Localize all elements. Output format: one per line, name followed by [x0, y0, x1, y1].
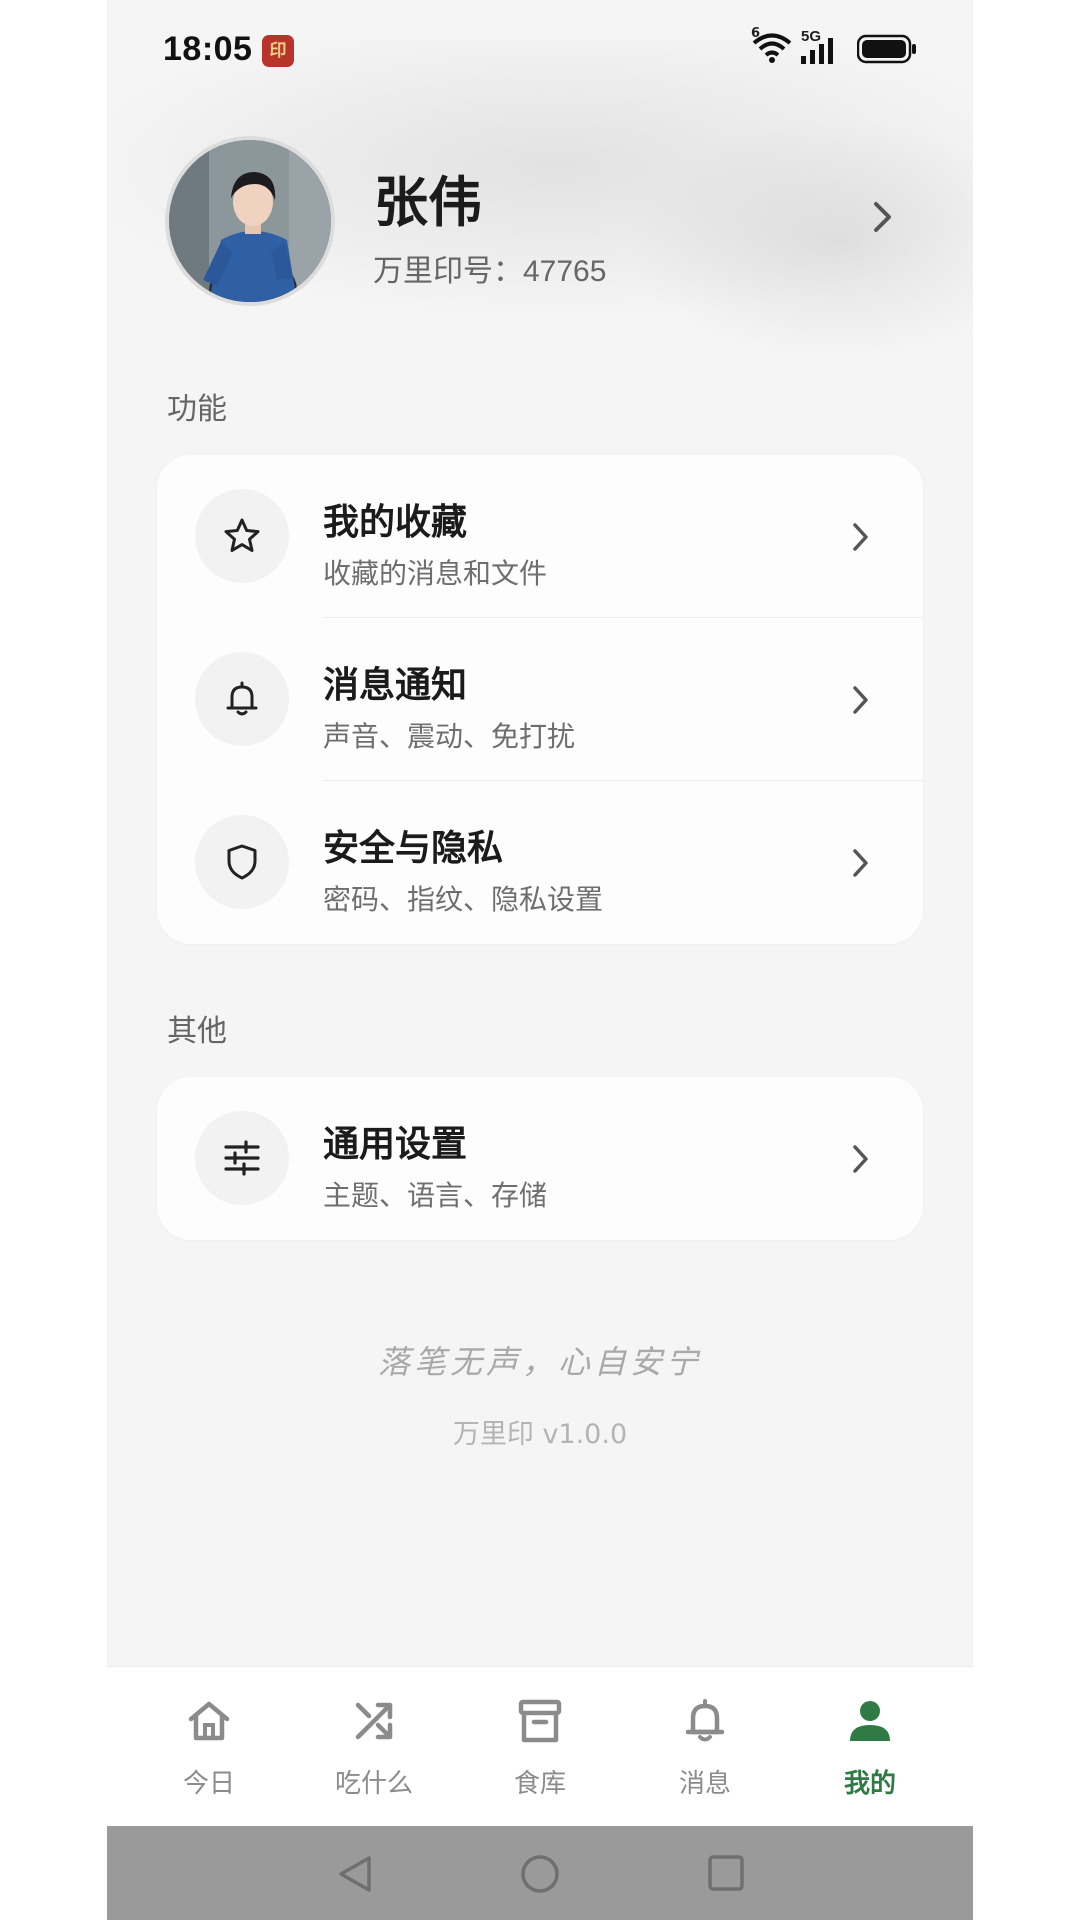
signal-icon: [801, 38, 833, 64]
home-circle-icon[interactable]: [520, 1854, 560, 1894]
menu-item-general-settings[interactable]: 通用设置 主题、语言、存储: [157, 1077, 923, 1240]
chevron-right-icon: [853, 1145, 868, 1173]
recents-icon[interactable]: [707, 1854, 745, 1892]
menu-item-title: 通用设置: [323, 1124, 468, 1165]
profile-chevron-right-icon[interactable]: [872, 200, 894, 234]
tab-mine[interactable]: 我的: [800, 1667, 940, 1827]
menu-item-notifications[interactable]: 消息通知 声音、震动、免打扰: [157, 618, 923, 781]
app-version: 万里印 v1.0.0: [452, 1419, 628, 1450]
tab-today[interactable]: 今日: [139, 1667, 279, 1827]
system-navigation-bar: [107, 1826, 973, 1920]
section-title-other: 其他: [167, 1014, 227, 1049]
bottom-tab-bar: 今日 吃什么 食库 消息 我的: [107, 1666, 973, 1827]
app-notification-icon: 印: [262, 35, 294, 67]
tab-label: 食库: [513, 1769, 566, 1799]
tab-label: 吃什么: [334, 1769, 413, 1799]
status-time: 18:05: [163, 30, 253, 68]
shield-icon: [227, 844, 257, 880]
chevron-right-icon: [853, 686, 868, 714]
home-icon: [188, 1701, 230, 1741]
menu-item-subtitle: 主题、语言、存储: [323, 1179, 548, 1212]
other-card: 通用设置 主题、语言、存储: [157, 1077, 923, 1240]
chevron-right-icon: [853, 523, 868, 551]
profile-id-label: 万里印号：: [373, 254, 523, 289]
profile-name: 张伟: [374, 171, 482, 234]
battery-icon: [857, 34, 916, 64]
avatar-photo: [169, 140, 331, 302]
bell-icon: [226, 681, 258, 716]
footer-quote: 落笔无声，心自安宁: [377, 1343, 702, 1381]
icon-circle: [195, 652, 289, 746]
tab-food-library[interactable]: 食库: [470, 1667, 610, 1827]
icon-circle: [195, 815, 289, 909]
ink-wash-background: [627, 120, 973, 360]
menu-item-subtitle: 声音、震动、免打扰: [323, 720, 576, 753]
menu-item-subtitle: 收藏的消息和文件: [323, 557, 548, 590]
wifi-badge: 6: [751, 26, 761, 41]
menu-item-title: 消息通知: [323, 665, 468, 706]
profile-id: 万里印号：47765: [373, 246, 606, 290]
status-icons: 6 5G: [751, 26, 921, 70]
app-screen: 18:05 印 6 5G 张伟 万里印号：47765 功能 我的收藏 收藏的消息…: [107, 0, 973, 1920]
tab-what-to-eat[interactable]: 吃什么: [304, 1667, 444, 1827]
person-icon: [850, 1701, 890, 1741]
archive-icon: [518, 1699, 562, 1743]
icon-circle: [195, 489, 289, 583]
sliders-icon: [224, 1140, 260, 1176]
menu-item-title: 我的收藏: [323, 502, 468, 543]
shuffle-icon: [355, 1702, 393, 1740]
tab-messages[interactable]: 消息: [635, 1667, 775, 1827]
tab-label: 今日: [182, 1769, 235, 1799]
menu-item-security-privacy[interactable]: 安全与隐私 密码、指纹、隐私设置: [157, 781, 923, 944]
features-card: 我的收藏 收藏的消息和文件 消息通知 声音、震动、免打扰 安全与隐私 密码、指纹…: [157, 455, 923, 944]
menu-item-title: 安全与隐私: [323, 828, 504, 869]
tab-label: 消息: [678, 1769, 731, 1799]
icon-circle: [195, 1111, 289, 1205]
menu-item-subtitle: 密码、指纹、隐私设置: [323, 883, 604, 916]
section-title-features: 功能: [167, 392, 227, 427]
chevron-right-icon: [853, 849, 868, 877]
profile-id-value: 47765: [523, 255, 607, 288]
menu-item-favorites[interactable]: 我的收藏 收藏的消息和文件: [157, 455, 923, 618]
avatar[interactable]: [165, 136, 335, 306]
bell-icon: [685, 1699, 725, 1742]
back-icon[interactable]: [337, 1854, 373, 1894]
tab-label: 我的: [843, 1769, 896, 1799]
star-icon: [224, 518, 260, 552]
